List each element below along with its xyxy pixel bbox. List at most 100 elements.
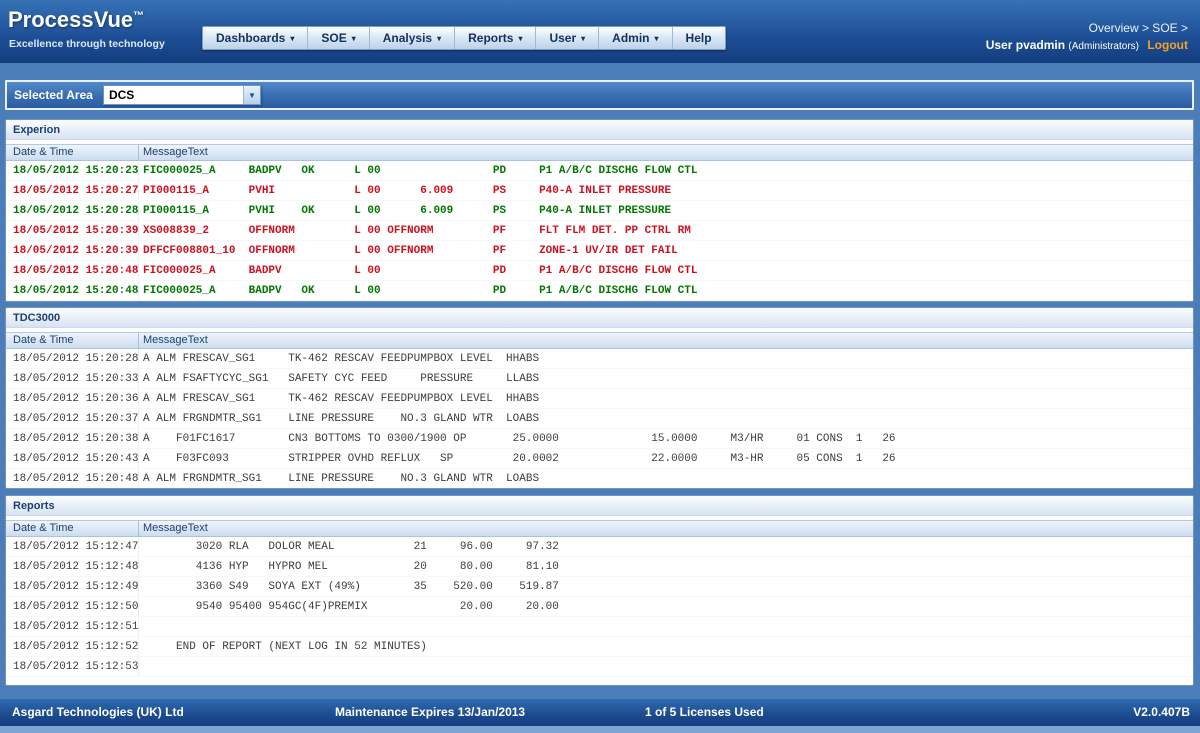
cell-message: A ALM FRGNDMTR_SG1 LINE PRESSURE NO.3 GL… xyxy=(139,409,539,428)
cell-message: FIC000025_A BADPV L 00 PD P1 A/B/C DISCH… xyxy=(139,261,698,280)
menu-item-label: User xyxy=(549,31,576,45)
menu-item-label: Help xyxy=(686,31,712,45)
table-row[interactable]: 18/05/2012 15:20:48FIC000025_A BADPV L 0… xyxy=(6,261,1193,281)
cell-datetime: 18/05/2012 15:20:48 xyxy=(6,281,139,300)
cell-message: 3360 S49 SOYA EXT (49%) 35 520.00 519.87 xyxy=(139,577,559,596)
user-name: User pvadmin xyxy=(986,38,1065,52)
panel-experion: Experion Date & Time MessageText 18/05/2… xyxy=(5,119,1194,302)
selected-area-label: Selected Area xyxy=(14,88,93,102)
app-header: ProcessVue™ Excellence through technolog… xyxy=(0,0,1200,63)
menu-item-label: Dashboards xyxy=(216,31,285,45)
menu-item-admin[interactable]: Admin ▾ xyxy=(599,27,672,49)
cell-message: 4136 HYP HYPRO MEL 20 80.00 81.10 xyxy=(139,557,559,576)
column-header-datetime[interactable]: Date & Time xyxy=(6,521,139,536)
cell-message: FIC000025_A BADPV OK L 00 PD P1 A/B/C DI… xyxy=(139,161,698,180)
table-row[interactable]: 18/05/2012 15:20:28A ALM FRESCAV_SG1 TK-… xyxy=(6,349,1193,369)
cell-datetime: 18/05/2012 15:20:23 xyxy=(6,161,139,180)
cell-datetime: 18/05/2012 15:20:39 xyxy=(6,241,139,260)
menu-item-user[interactable]: User ▾ xyxy=(536,27,599,49)
cell-message: 9540 95400 954GC(4F)PREMIX 20.00 20.00 xyxy=(139,597,559,616)
cell-datetime: 18/05/2012 15:20:33 xyxy=(6,369,139,388)
grid-header: Date & Time MessageText xyxy=(6,144,1193,161)
cell-datetime: 18/05/2012 15:20:27 xyxy=(6,181,139,200)
table-row[interactable]: 18/05/2012 15:20:43A F03FC093 STRIPPER O… xyxy=(6,449,1193,469)
table-row[interactable]: 18/05/2012 15:20:39XS008839_2 OFFNORM L … xyxy=(6,221,1193,241)
cell-datetime: 18/05/2012 15:20:39 xyxy=(6,221,139,240)
cell-datetime: 18/05/2012 15:20:43 xyxy=(6,449,139,468)
main-menu: Dashboards▾SOE▾Analysis▾Reports▾User▾Adm… xyxy=(202,26,726,50)
cell-datetime: 18/05/2012 15:20:37 xyxy=(6,409,139,428)
column-header-datetime[interactable]: Date & Time xyxy=(6,333,139,348)
table-row[interactable]: 18/05/2012 15:12:49 3360 S49 SOYA EXT (4… xyxy=(6,577,1193,597)
area-select[interactable]: DCS ▼ xyxy=(103,85,261,105)
table-row[interactable]: 18/05/2012 15:20:48FIC000025_A BADPV OK … xyxy=(6,281,1193,301)
table-row[interactable]: 18/05/2012 15:12:47 3020 RLA DOLOR MEAL … xyxy=(6,537,1193,557)
table-row[interactable]: 18/05/2012 15:12:51 xyxy=(6,617,1193,637)
footer-company: Asgard Technologies (UK) Ltd xyxy=(12,699,184,726)
trademark-symbol: ™ xyxy=(133,10,144,22)
cell-datetime: 18/05/2012 15:20:28 xyxy=(6,349,139,368)
menu-item-dashboards[interactable]: Dashboards ▾ xyxy=(203,27,308,49)
cell-message: A ALM FRESCAV_SG1 TK-462 RESCAV FEEDPUMP… xyxy=(139,349,539,368)
cell-message: A F01FC1617 CN3 BOTTOMS TO 0300/1900 OP … xyxy=(139,429,896,448)
chevron-down-icon[interactable]: ▼ xyxy=(243,86,260,104)
cell-datetime: 18/05/2012 15:20:36 xyxy=(6,389,139,408)
chevron-down-icon: ▾ xyxy=(290,34,294,43)
table-row[interactable]: 18/05/2012 15:20:28PI000115_A PVHI OK L … xyxy=(6,201,1193,221)
column-header-message[interactable]: MessageText xyxy=(139,333,1193,348)
panel-rows: 18/05/2012 15:12:47 3020 RLA DOLOR MEAL … xyxy=(6,537,1193,677)
app-title: ProcessVue xyxy=(8,7,133,32)
table-row[interactable]: 18/05/2012 15:20:27PI000115_A PVHI L 00 … xyxy=(6,181,1193,201)
table-row[interactable]: 18/05/2012 15:20:36A ALM FRESCAV_SG1 TK-… xyxy=(6,389,1193,409)
footer-licenses: 1 of 5 Licenses Used xyxy=(645,699,764,726)
user-info: User pvadmin (Administrators) Logout xyxy=(986,38,1188,52)
column-header-message[interactable]: MessageText xyxy=(139,145,1193,160)
table-row[interactable]: 18/05/2012 15:12:50 9540 95400 954GC(4F)… xyxy=(6,597,1193,617)
user-role: (Administrators) xyxy=(1068,41,1139,52)
cell-message xyxy=(139,617,143,636)
table-row[interactable]: 18/05/2012 15:20:33A ALM FSAFTYCYC_SG1 S… xyxy=(6,369,1193,389)
cell-message: A ALM FSAFTYCYC_SG1 SAFETY CYC FEED PRES… xyxy=(139,369,539,388)
cell-datetime: 18/05/2012 15:20:28 xyxy=(6,201,139,220)
menu-item-label: Analysis xyxy=(383,31,432,45)
menu-item-analysis[interactable]: Analysis ▾ xyxy=(370,27,455,49)
chevron-down-icon: ▾ xyxy=(655,34,659,43)
cell-message: END OF REPORT (NEXT LOG IN 52 MINUTES) xyxy=(139,637,427,656)
chevron-down-icon: ▾ xyxy=(581,34,585,43)
cell-message: A F03FC093 STRIPPER OVHD REFLUX SP 20.00… xyxy=(139,449,896,468)
breadcrumb[interactable]: Overview > SOE > xyxy=(1089,21,1188,35)
table-row[interactable]: 18/05/2012 15:20:39DFFCF008801_10 OFFNOR… xyxy=(6,241,1193,261)
table-row[interactable]: 18/05/2012 15:20:37A ALM FRGNDMTR_SG1 LI… xyxy=(6,409,1193,429)
cell-datetime: 18/05/2012 15:12:52 xyxy=(6,637,139,656)
chevron-down-icon: ▾ xyxy=(352,34,356,43)
column-header-message[interactable]: MessageText xyxy=(139,521,1193,536)
menu-item-help[interactable]: Help xyxy=(673,27,725,49)
menu-item-soe[interactable]: SOE▾ xyxy=(308,27,369,49)
footer-version: V2.0.407B xyxy=(1133,699,1190,726)
table-row[interactable]: 18/05/2012 15:12:53 xyxy=(6,657,1193,677)
cell-message: PI000115_A PVHI L 00 6.009 PS P40-A INLE… xyxy=(139,181,671,200)
cell-datetime: 18/05/2012 15:12:48 xyxy=(6,557,139,576)
chevron-down-icon: ▾ xyxy=(437,34,441,43)
grid-header: Date & Time MessageText xyxy=(6,520,1193,537)
cell-datetime: 18/05/2012 15:12:49 xyxy=(6,577,139,596)
menu-item-label: Admin xyxy=(612,31,649,45)
cell-datetime: 18/05/2012 15:12:47 xyxy=(6,537,139,556)
cell-datetime: 18/05/2012 15:20:48 xyxy=(6,469,139,488)
table-row[interactable]: 18/05/2012 15:12:48 4136 HYP HYPRO MEL 2… xyxy=(6,557,1193,577)
panel-rows: 18/05/2012 15:20:23FIC000025_A BADPV OK … xyxy=(6,161,1193,301)
cell-message xyxy=(139,657,143,676)
cell-message: 3020 RLA DOLOR MEAL 21 96.00 97.32 xyxy=(139,537,559,556)
cell-message: FIC000025_A BADPV OK L 00 PD P1 A/B/C DI… xyxy=(139,281,698,300)
chevron-down-icon: ▾ xyxy=(518,34,522,43)
table-row[interactable]: 18/05/2012 15:20:38A F01FC1617 CN3 BOTTO… xyxy=(6,429,1193,449)
table-row[interactable]: 18/05/2012 15:20:23FIC000025_A BADPV OK … xyxy=(6,161,1193,181)
cell-datetime: 18/05/2012 15:12:53 xyxy=(6,657,139,676)
table-row[interactable]: 18/05/2012 15:20:48A ALM FRGNDMTR_SG1 LI… xyxy=(6,469,1193,489)
logout-link[interactable]: Logout xyxy=(1147,38,1188,52)
column-header-datetime[interactable]: Date & Time xyxy=(6,145,139,160)
cell-datetime: 18/05/2012 15:20:38 xyxy=(6,429,139,448)
menu-item-reports[interactable]: Reports▾ xyxy=(455,27,536,49)
table-row[interactable]: 18/05/2012 15:12:52 END OF REPORT (NEXT … xyxy=(6,637,1193,657)
panel-title: Experion xyxy=(6,120,1193,140)
